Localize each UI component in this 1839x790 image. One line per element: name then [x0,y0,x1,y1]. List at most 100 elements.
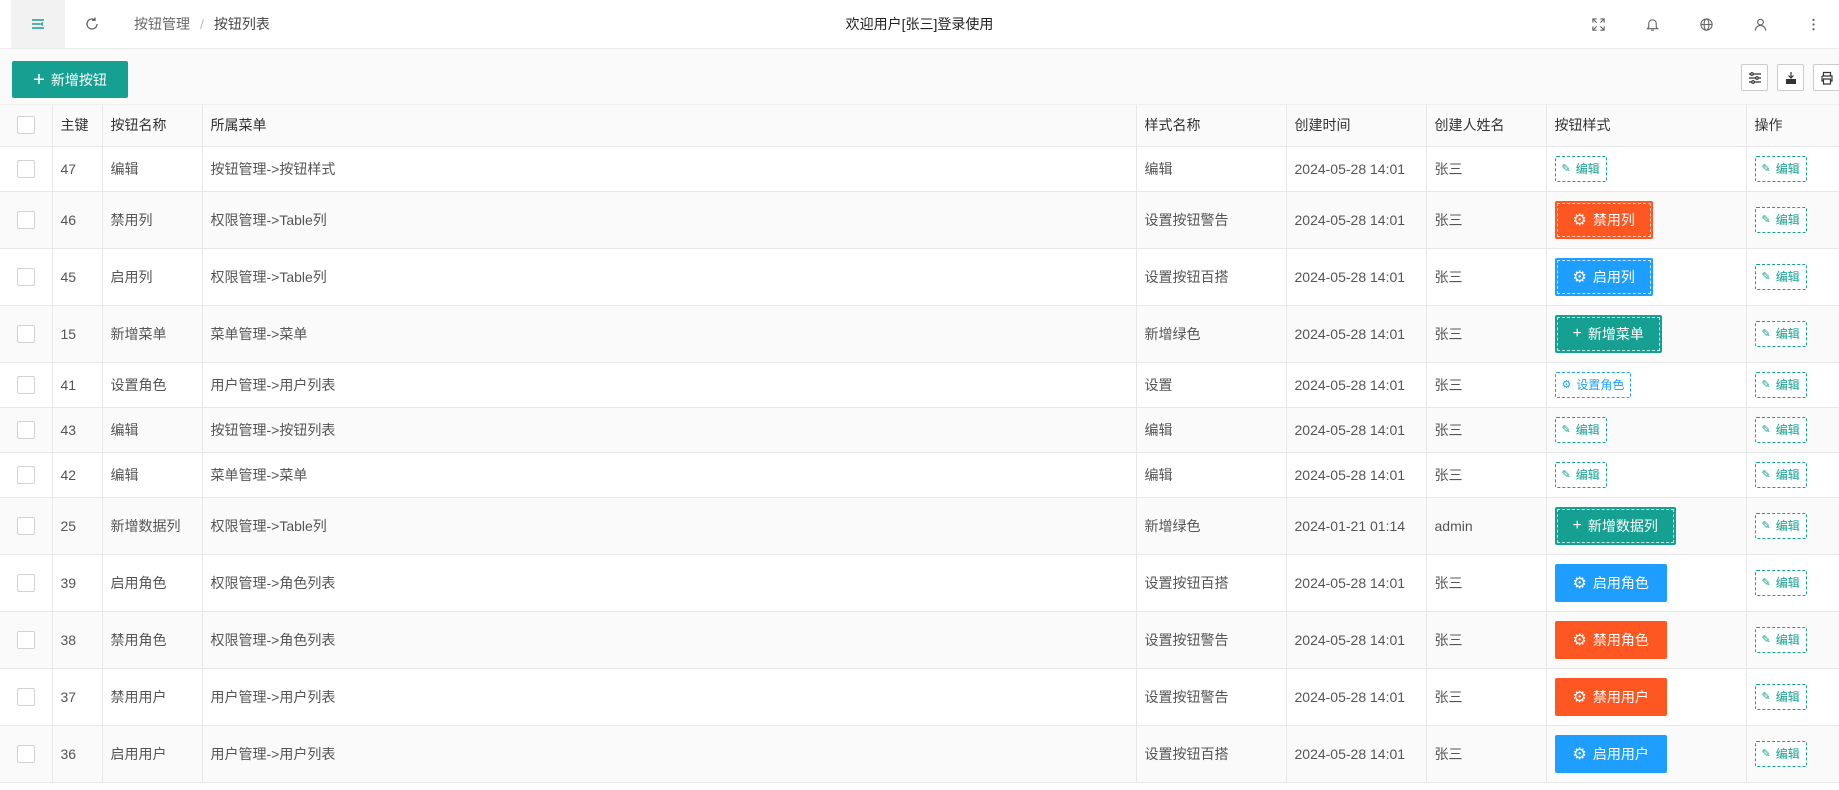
breadcrumb-separator: / [200,16,204,32]
cell-menu: 按钮管理->按钮样式 [202,146,1137,192]
checkbox[interactable] [17,687,35,706]
cell-id: 15 [52,305,103,363]
style-preview-button[interactable]: ⚙ 禁用列 [1554,200,1653,239]
table-row[interactable]: 37 禁用用户 用户管理->用户列表 设置按钮警告 2024-05-28 14:01 张三… [0,668,1839,726]
table-row[interactable]: 46 禁用列 权限管理->Table列 设置按钮警告 2024-05-28 14:01 张… [0,191,1839,249]
checkbox[interactable] [17,465,35,484]
cell-button-style: ⚙ 禁用角色 [1546,611,1747,669]
style-preview-button[interactable]: ⚙ 禁用角色 [1554,620,1667,659]
cell-id: 45 [52,248,103,306]
cell-name: 新增菜单 [102,305,203,363]
print-icon[interactable] [1813,64,1839,91]
table-row[interactable]: 36 启用用户 用户管理->用户列表 设置按钮百搭 2024-05-28 14:01 张三… [0,725,1839,783]
col-header-style[interactable]: 样式名称 [1136,105,1287,147]
globe-icon[interactable] [1679,0,1733,48]
col-header-time[interactable]: 创建时间 [1286,105,1427,147]
edit-row-label: 编辑 [1775,378,1800,392]
pencil-icon: ✎ [1761,271,1771,283]
checkbox[interactable] [17,420,35,439]
checkbox[interactable] [17,375,35,394]
edit-row-button[interactable]: ✎ 编辑 [1754,461,1807,488]
style-preview-edit-button[interactable]: ✎ 编辑 [1554,461,1607,488]
fullscreen-icon[interactable] [1571,0,1625,48]
col-header-id[interactable]: 主键 [52,105,103,147]
cell-actions: ✎ 编辑 [1746,407,1839,453]
style-preview-button[interactable]: ⚙ 禁用用户 [1554,677,1667,716]
style-preview-edit-button[interactable]: ✎ 编辑 [1554,155,1607,182]
col-header-creator[interactable]: 创建人姓名 [1426,105,1547,147]
cell-name: 设置角色 [102,362,203,408]
edit-row-label: 编辑 [1775,633,1800,647]
user-icon[interactable] [1733,0,1787,48]
button-table: 主键 按钮名称 所属菜单 样式名称 创建时间 创建人姓名 按钮样式 操作 47 编… [0,105,1839,783]
pencil-icon: ✎ [1761,520,1771,532]
cell-time: 2024-05-28 14:01 [1286,146,1427,192]
col-header-menu[interactable]: 所属菜单 [202,105,1137,147]
edit-row-button[interactable]: ✎ 编辑 [1754,683,1807,710]
add-button[interactable]: + 新增按钮 [12,61,128,98]
checkbox[interactable] [17,210,35,229]
edit-row-button[interactable]: ✎ 编辑 [1754,626,1807,653]
bell-icon[interactable] [1625,0,1679,48]
checkbox[interactable] [17,630,35,649]
col-header-button-style[interactable]: 按钮样式 [1546,105,1747,147]
style-preview-button[interactable]: + 新增数据列 [1554,506,1676,545]
style-preview-button[interactable]: ⚙ 启用角色 [1554,563,1667,602]
style-preview-set-button[interactable]: ⚙ 设置角色 [1554,371,1632,398]
checkbox[interactable] [17,744,35,763]
gear-icon: ⚙ [1572,268,1587,286]
filter-columns-icon[interactable] [1741,64,1768,91]
edit-row-button[interactable]: ✎ 编辑 [1754,740,1807,767]
table-row[interactable]: 43 编辑 按钮管理->按钮列表 编辑 2024-05-28 14:01 张三 ✎ 编辑 ✎ 编辑 [0,407,1839,453]
cell-name: 编辑 [102,146,203,192]
col-header-name[interactable]: 按钮名称 [102,105,203,147]
table-row[interactable]: 25 新增数据列 权限管理->Table列 新增绿色 2024-01-21 01:14 a… [0,497,1839,555]
style-preview-button[interactable]: ⚙ 启用用户 [1554,734,1667,773]
checkbox[interactable] [17,267,35,286]
edit-row-button[interactable]: ✎ 编辑 [1754,206,1807,233]
style-preview-label: 编辑 [1575,468,1600,482]
refresh-icon[interactable] [65,0,119,48]
col-header-actions[interactable]: 操作 [1746,105,1839,147]
row-select-cell [0,611,53,669]
pencil-icon: ✎ [1761,214,1771,226]
table-row[interactable]: 45 启用列 权限管理->Table列 设置按钮百搭 2024-05-28 14:01 张… [0,248,1839,306]
breadcrumb-item-button-manage[interactable]: 按钮管理 [134,14,190,34]
table-row[interactable]: 42 编辑 菜单管理->菜单 编辑 2024-05-28 14:01 张三 ✎ 编辑 ✎ 编辑 [0,452,1839,498]
menu-toggle-icon[interactable] [11,0,65,48]
export-icon[interactable] [1777,64,1804,91]
edit-row-button[interactable]: ✎ 编辑 [1754,371,1807,398]
cell-time: 2024-05-28 14:01 [1286,611,1427,669]
edit-row-button[interactable]: ✎ 编辑 [1754,155,1807,182]
table-row[interactable]: 41 设置角色 用户管理->用户列表 设置 2024-05-28 14:01 张三 ⚙ 设置角… [0,362,1839,408]
edit-row-label: 编辑 [1775,162,1800,176]
cell-button-style: ⚙ 设置角色 [1546,362,1747,408]
cell-menu: 权限管理->角色列表 [202,611,1137,669]
edit-row-button[interactable]: ✎ 编辑 [1754,320,1807,347]
checkbox[interactable] [17,516,35,535]
table-row[interactable]: 15 新增菜单 菜单管理->菜单 新增绿色 2024-05-28 14:01 张三 + 新增菜… [0,305,1839,363]
cell-name: 新增数据列 [102,497,203,555]
table-row[interactable]: 47 编辑 按钮管理->按钮样式 编辑 2024-05-28 14:01 张三 ✎ 编辑 ✎ 编辑 [0,146,1839,192]
more-vertical-icon[interactable] [1787,0,1839,48]
checkbox[interactable] [17,116,35,135]
table-row[interactable]: 39 启用角色 权限管理->角色列表 设置按钮百搭 2024-05-28 14:01 张三… [0,554,1839,612]
cell-button-style: ✎ 编辑 [1546,407,1747,453]
style-preview-edit-button[interactable]: ✎ 编辑 [1554,416,1607,443]
style-preview-button[interactable]: + 新增菜单 [1554,314,1662,353]
checkbox[interactable] [17,573,35,592]
edit-row-button[interactable]: ✎ 编辑 [1754,569,1807,596]
table-row[interactable]: 38 禁用角色 权限管理->角色列表 设置按钮警告 2024-05-28 14:01 张三… [0,611,1839,669]
style-preview-label: 禁用角色 [1592,631,1649,648]
style-preview-button[interactable]: ⚙ 启用列 [1554,257,1653,296]
header-select-all[interactable] [0,105,53,147]
checkbox[interactable] [17,324,35,343]
checkbox[interactable] [17,159,35,178]
edit-row-button[interactable]: ✎ 编辑 [1754,263,1807,290]
edit-row-button[interactable]: ✎ 编辑 [1754,416,1807,443]
row-select-cell [0,407,53,453]
edit-row-button[interactable]: ✎ 编辑 [1754,512,1807,539]
gear-icon: ⚙ [1572,745,1587,763]
row-select-cell [0,668,53,726]
cell-creator: 张三 [1426,407,1547,453]
